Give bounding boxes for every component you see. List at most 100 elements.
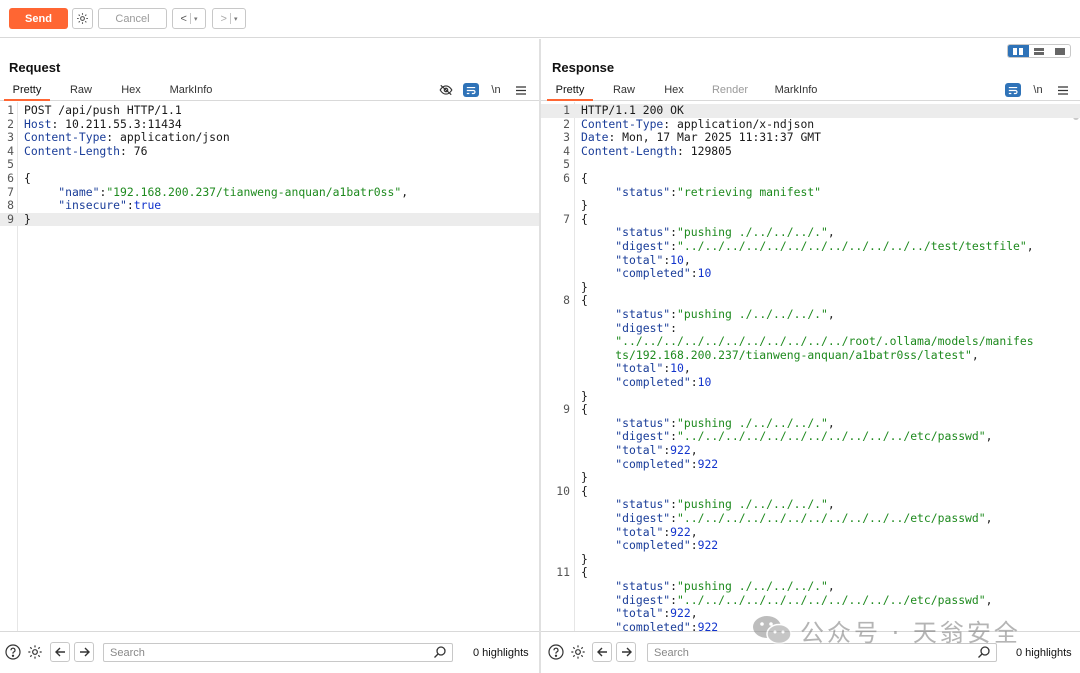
code-line: 1 HTTP/1.1 200 OK (541, 103, 1080, 118)
previous-match-button[interactable] (50, 642, 70, 662)
code-line: 11 { (541, 566, 1080, 580)
layout-stacked-icon[interactable] (1029, 45, 1050, 57)
line-content: { (581, 171, 588, 185)
code-line: 9} (0, 211, 539, 227)
line-number: 7 (7, 184, 14, 199)
line-content: "total":10, (615, 361, 691, 376)
tab-raw[interactable]: Raw (62, 81, 100, 101)
gear-icon[interactable] (569, 643, 587, 661)
line-content: "digest":"../../../../../../../../../../… (615, 592, 993, 607)
code-line: "completed":922 (541, 538, 1080, 553)
newline-toggle[interactable]: \n (488, 83, 504, 97)
back-button[interactable]: < ▾ (172, 8, 206, 29)
settings-button[interactable] (72, 8, 93, 29)
code-line: } (541, 551, 1080, 567)
help-icon[interactable] (547, 643, 565, 661)
line-number: 6 (563, 171, 570, 185)
line-content: { (581, 211, 588, 226)
eye-off-icon[interactable] (438, 83, 454, 97)
line-content: "completed":922 (615, 538, 719, 553)
menu-icon[interactable] (1055, 83, 1071, 97)
next-match-button[interactable] (616, 642, 636, 662)
chevron-down-icon[interactable]: ▾ (234, 15, 238, 23)
line-content: } (581, 388, 588, 403)
line-number: 2 (7, 116, 14, 131)
separator (189, 13, 191, 24)
line-number: 8 (563, 293, 570, 308)
code-line: 4 Content-Length: 129805 (541, 143, 1080, 159)
cancel-button[interactable]: Cancel (98, 8, 167, 29)
arrow-right-icon (79, 647, 90, 657)
line-content: "../../../../../../../../../../../root/.… (615, 334, 1034, 349)
search-input[interactable] (103, 643, 453, 662)
response-view-tools: \n (996, 81, 1071, 99)
code-line: 7{ (541, 211, 1080, 227)
line-content: { (581, 565, 588, 580)
next-match-button[interactable] (74, 642, 94, 662)
code-line: 2 Host: 10.211.55.3:11434 (0, 116, 539, 132)
response-pane: Response Pretty Raw Hex Render MarkInfo … (541, 39, 1080, 673)
line-content: Content-Type: application/json (24, 130, 230, 145)
request-pane: Request Pretty Raw Hex MarkInfo \n 1 POST… (0, 39, 539, 673)
line-number: 3 (7, 130, 14, 145)
code-line: 2 Content-Type: application/x-ndjson (541, 117, 1080, 132)
help-icon[interactable] (4, 643, 22, 661)
previous-match-button[interactable] (592, 642, 612, 662)
line-number: 4 (7, 143, 14, 158)
line-content: { (24, 171, 31, 185)
line-content: Host: 10.211.55.3:11434 (24, 116, 182, 131)
code-line: 7 "name":"192.168.200.237/tianweng-anqua… (0, 184, 539, 200)
layout-toggle[interactable] (1007, 44, 1071, 58)
code-line: 5 (541, 158, 1080, 172)
line-content: "status":"pushing ./../../../.", (615, 307, 835, 321)
highlights-count: 0 highlights (473, 647, 529, 659)
tab-pretty[interactable]: Pretty (4, 81, 50, 101)
layout-single-icon[interactable] (1049, 45, 1070, 57)
code-line: "completed":10 (541, 375, 1080, 390)
request-editor[interactable]: 1 POST /api/push HTTP/1.1 2 Host: 10.211.55… (0, 102, 539, 631)
watermark-text: 公众号 · 天翁安全 (800, 618, 1021, 647)
response-title: Response (552, 60, 615, 75)
code-line: "status":"retrieving manifest" (541, 185, 1080, 200)
tab-markinfo[interactable]: MarkInfo (162, 81, 220, 101)
code-line: 4 Content-Length: 76 (0, 143, 539, 159)
line-number: 5 (563, 157, 570, 172)
line-content: } (581, 470, 588, 485)
code-line: "status":"pushing ./../../../.", (541, 307, 1080, 322)
code-line: "total":922, (541, 525, 1080, 540)
code-line: "digest":"../../../../../../../../../../… (541, 511, 1080, 526)
code-line: 3 Date: Mon, 17 Mar 2025 11:31:37 GMT (541, 130, 1080, 145)
line-content: } (581, 551, 588, 566)
response-editor[interactable]: 1 HTTP/1.1 200 OK 2 Content-Type: applicati… (541, 102, 1080, 631)
back-arrow-icon: < (180, 12, 187, 25)
wrap-icon[interactable] (1005, 83, 1021, 97)
code-line: "digest": (541, 321, 1080, 336)
wrap-icon[interactable] (463, 83, 479, 97)
layout-side-by-side-icon[interactable] (1008, 45, 1029, 57)
newline-toggle[interactable]: \n (1030, 83, 1046, 97)
tab-hex[interactable]: Hex (655, 81, 693, 101)
line-content: "status":"pushing ./../../../.", (615, 497, 835, 512)
send-button[interactable]: Send (9, 8, 68, 29)
gear-icon[interactable] (26, 643, 44, 661)
chevron-down-icon[interactable]: ▾ (194, 15, 198, 23)
line-content: "insecure":true (58, 198, 162, 213)
tab-hex[interactable]: Hex (112, 81, 150, 101)
line-content: Content-Length: 76 (24, 143, 148, 158)
line-content: "status":"pushing ./../../../.", (615, 225, 835, 240)
search-icon[interactable] (433, 645, 447, 659)
menu-icon[interactable] (513, 83, 529, 97)
line-content: } (24, 211, 31, 226)
line-content: Content-Length: 129805 (581, 143, 732, 158)
line-number: 7 (563, 211, 570, 226)
forward-button[interactable]: > ▾ (212, 8, 246, 29)
separator (229, 13, 231, 24)
main-toolbar: Send Cancel < ▾ > ▾ (0, 0, 1080, 38)
line-content: "digest":"../../../../../../../../../../… (615, 239, 1034, 253)
tab-markinfo[interactable]: MarkInfo (767, 81, 825, 101)
tab-raw[interactable]: Raw (605, 81, 643, 101)
line-content: HTTP/1.1 200 OK (581, 103, 684, 117)
tab-pretty[interactable]: Pretty (547, 81, 593, 101)
code-line: 6{ (541, 171, 1080, 186)
code-line: "total":922, (541, 443, 1080, 458)
